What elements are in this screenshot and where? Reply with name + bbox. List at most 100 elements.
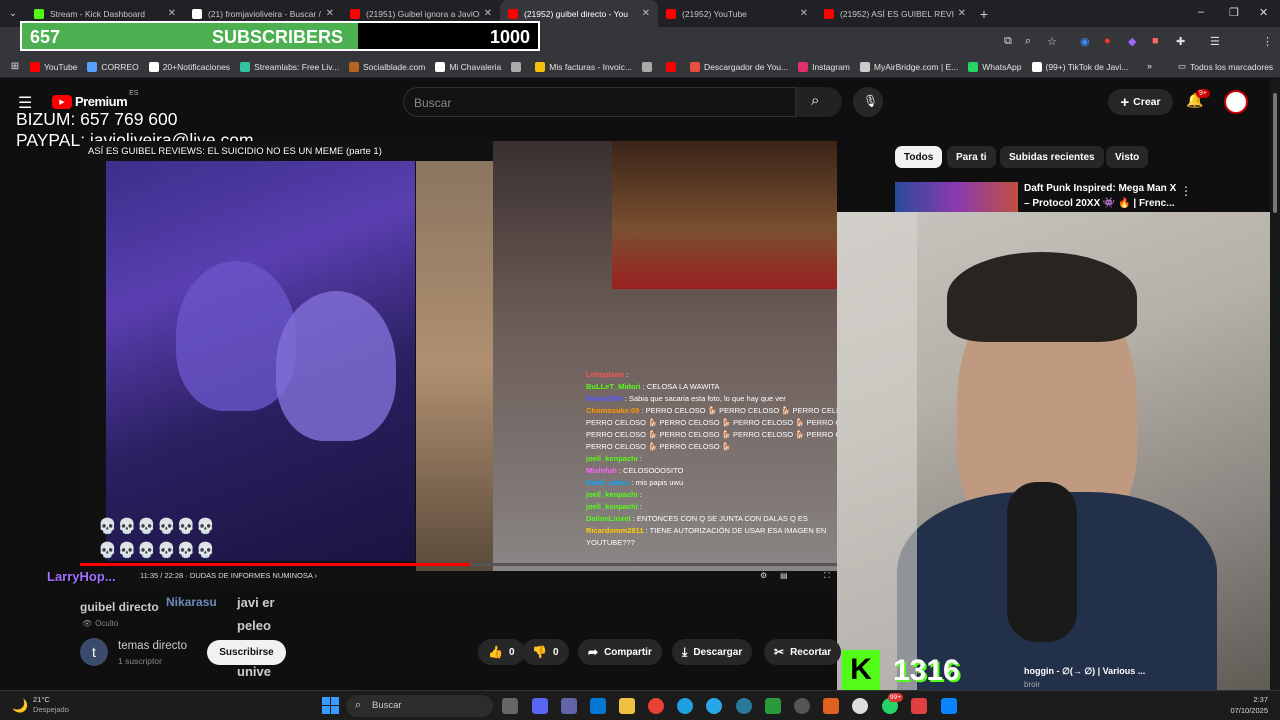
- bookmark-item[interactable]: [511, 61, 525, 72]
- app-icon[interactable]: [823, 698, 839, 714]
- tab-favicon-icon: [666, 8, 676, 19]
- reading-list-icon[interactable]: ☰: [1210, 35, 1220, 48]
- recommended-title[interactable]: Daft Punk Inspired: Mega Man X: [1024, 183, 1176, 194]
- apps-grid-icon[interactable]: ⊞: [0, 61, 30, 72]
- teams-icon[interactable]: [561, 698, 577, 714]
- obs-icon[interactable]: [852, 698, 868, 714]
- scrollbar-thumb[interactable]: [1273, 93, 1277, 213]
- file-explorer-icon[interactable]: [619, 698, 635, 714]
- bookmark-item[interactable]: (99+) TikTok de Javi...: [1031, 61, 1128, 72]
- bookmark-item[interactable]: WhatsApp: [968, 61, 1022, 72]
- close-window-icon[interactable]: ✕: [1259, 6, 1268, 19]
- all-bookmarks-folder[interactable]: ▭ Todos los marcadores: [1178, 61, 1273, 72]
- bookmark-item[interactable]: [641, 61, 656, 72]
- clock-time[interactable]: 2:37: [1240, 695, 1268, 704]
- edge-icon[interactable]: [677, 698, 693, 714]
- windows-start-icon[interactable]: [322, 697, 339, 714]
- subscribe-button[interactable]: Suscribirse: [207, 640, 286, 665]
- close-tab-icon[interactable]: ✕: [800, 8, 808, 19]
- chrome-icon[interactable]: [648, 698, 664, 714]
- bookmark-item[interactable]: Mi Chavaleria: [435, 61, 501, 72]
- filter-chip[interactable]: Visto: [1106, 146, 1149, 168]
- new-tab-button[interactable]: +: [974, 6, 994, 22]
- maximize-icon[interactable]: ❐: [1229, 6, 1239, 19]
- tab-title: (21) fromjavioliveira - Buscar /: [208, 8, 321, 19]
- chat-username: BuLLeT_Midori: [586, 382, 641, 391]
- bookmark-item[interactable]: [665, 61, 680, 72]
- more-options-icon[interactable]: ⋮: [1180, 184, 1192, 198]
- close-tab-icon[interactable]: ✕: [642, 8, 650, 19]
- bookmark-item[interactable]: Instagram: [798, 61, 850, 72]
- extension-icon[interactable]: ●: [1104, 35, 1111, 47]
- close-tab-icon[interactable]: ✕: [484, 8, 492, 19]
- puzzle-icon[interactable]: ✚: [1176, 35, 1185, 48]
- extension-icon[interactable]: ■: [1152, 35, 1159, 47]
- channel2-subscribers: 1 suscriptor: [118, 656, 162, 666]
- clip-button[interactable]: ✂ Recortar: [764, 639, 842, 665]
- extension-icon[interactable]: ◉: [1080, 35, 1090, 48]
- discord-icon[interactable]: [532, 698, 548, 714]
- notification-badge: 9+: [1196, 89, 1210, 98]
- recommended-bottom-title[interactable]: hoggin - ∅(→ ∅) | Various ...: [1024, 666, 1145, 677]
- bookmark-item[interactable]: 20+Notificaciones: [148, 61, 230, 72]
- taskbar-search[interactable]: ⌕ Buscar: [346, 695, 493, 717]
- channel-avatar[interactable]: t: [80, 638, 108, 666]
- filter-chip[interactable]: Todos: [895, 146, 943, 168]
- task-view-icon[interactable]: [502, 698, 518, 714]
- tab-search-icon[interactable]: ⌄: [0, 8, 26, 19]
- telegram-icon[interactable]: [706, 698, 722, 714]
- download-button[interactable]: ⤓ Descargar: [672, 639, 753, 665]
- minimize-icon[interactable]: –: [1198, 6, 1204, 18]
- bookmark-item[interactable]: MyAirBridge.com | E...: [859, 61, 959, 72]
- zoom-icon[interactable]: ⌕: [1025, 35, 1031, 48]
- app-icon[interactable]: [941, 698, 957, 714]
- menu-dots-icon[interactable]: ⋮: [1262, 35, 1273, 48]
- app-icon[interactable]: [736, 698, 752, 714]
- page-scrollbar[interactable]: [1270, 79, 1280, 690]
- bookmark-item[interactable]: Descargador de You...: [689, 61, 788, 72]
- recommended-thumbnail[interactable]: [895, 182, 1018, 214]
- bookmark-favicon-icon: [798, 61, 809, 72]
- weather-temp[interactable]: 21°C: [33, 695, 50, 704]
- channel-name[interactable]: guibel directo: [80, 600, 159, 614]
- install-icon[interactable]: ⧉: [1004, 35, 1012, 48]
- account-avatar[interactable]: [1224, 90, 1248, 114]
- browser-tab[interactable]: (21952) ASÍ ES GUIBEL REVIEW ✕: [816, 0, 974, 27]
- create-button[interactable]: + Crear: [1108, 89, 1173, 115]
- video-player[interactable]: ASÍ ES GUIBEL REVIEWS: EL SUICIDIO NO ES…: [80, 141, 837, 586]
- star-bookmark-icon[interactable]: ☆: [1047, 35, 1057, 48]
- more-bookmarks-icon[interactable]: »: [1147, 61, 1152, 71]
- settings-icon[interactable]: [794, 698, 810, 714]
- outlook-icon[interactable]: [590, 698, 606, 714]
- chat-username: Ricardomm2811: [586, 526, 644, 535]
- app-icon[interactable]: [911, 698, 927, 714]
- logo-text: Premium: [75, 94, 128, 109]
- recommended-title-2[interactable]: – Protocol 20XX 👾 🔥 | Frenc...: [1024, 198, 1175, 209]
- bookmark-item[interactable]: Socialblade.com: [348, 61, 425, 72]
- youtube-logo[interactable]: ▶ Premium ES: [52, 90, 138, 109]
- plus-icon: +: [1120, 93, 1130, 111]
- share-button[interactable]: ➦ Compartir: [578, 639, 662, 665]
- weather-desc: Despejado: [33, 705, 69, 714]
- subscriber-goal-bar: 657 SUBSCRIBERS 1000: [20, 21, 540, 51]
- bookmark-item[interactable]: Mis facturas - Invoic...: [535, 61, 632, 72]
- bookmark-label: MyAirBridge.com | E...: [873, 61, 959, 72]
- bookmark-item[interactable]: CORREO: [87, 61, 139, 72]
- bookmark-item[interactable]: YouTube: [30, 61, 77, 72]
- filter-chip[interactable]: Para ti: [947, 146, 996, 168]
- close-tab-icon[interactable]: ✕: [168, 8, 176, 19]
- browser-tab[interactable]: (21952) YouTube ✕: [658, 0, 816, 27]
- search-input[interactable]: Buscar: [403, 87, 796, 117]
- channel2-name[interactable]: temas directo: [118, 640, 187, 652]
- dislike-button[interactable]: 👎 0: [522, 639, 569, 665]
- filter-chip[interactable]: Subidas recientes: [1000, 146, 1104, 168]
- chat-message: YOUTUBE???: [586, 538, 635, 547]
- close-tab-icon[interactable]: ✕: [326, 8, 334, 19]
- like-button[interactable]: 👍 0: [478, 639, 525, 665]
- voice-search-button[interactable]: 🎙: [853, 87, 883, 117]
- search-button[interactable]: ⌕: [796, 87, 842, 117]
- spreadsheet-icon[interactable]: [765, 698, 781, 714]
- bookmark-item[interactable]: Streamlabs: Free Liv...: [240, 61, 339, 72]
- close-tab-icon[interactable]: ✕: [958, 8, 966, 19]
- extension-icon[interactable]: ◆: [1128, 35, 1136, 48]
